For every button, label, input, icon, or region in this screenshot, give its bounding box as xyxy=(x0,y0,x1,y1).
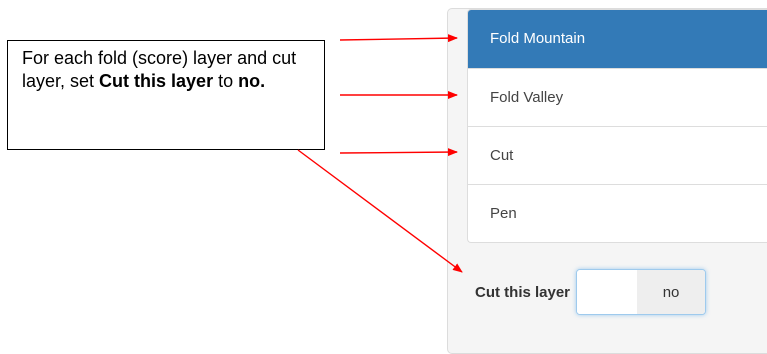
layer-item-cut[interactable]: Cut xyxy=(468,126,767,184)
callout-bold-no: no. xyxy=(238,71,266,91)
layer-item-fold-valley[interactable]: Fold Valley xyxy=(468,68,767,126)
instruction-callout: For each fold (score) layer and cut laye… xyxy=(7,40,325,150)
layer-list: Fold Mountain Fold Valley Cut Pen xyxy=(467,9,767,243)
callout-bold-cut-this-layer: Cut this layer xyxy=(99,71,214,91)
layer-item-fold-mountain[interactable]: Fold Mountain xyxy=(468,10,767,68)
layer-item-pen[interactable]: Pen xyxy=(468,184,767,242)
cut-select-value[interactable]: no xyxy=(637,270,706,314)
cut-this-layer-label: Cut this layer xyxy=(475,283,571,301)
arrow-to-fold-mountain xyxy=(339,34,458,43)
cut-this-layer-row: Cut this layer no xyxy=(475,268,707,316)
cut-select-blank-segment[interactable] xyxy=(577,270,638,314)
callout-text-mid: to xyxy=(213,71,239,91)
arrow-to-cut xyxy=(339,148,458,157)
arrow-to-cut-this-layer xyxy=(297,149,463,273)
cut-this-layer-select[interactable]: no xyxy=(576,269,707,315)
